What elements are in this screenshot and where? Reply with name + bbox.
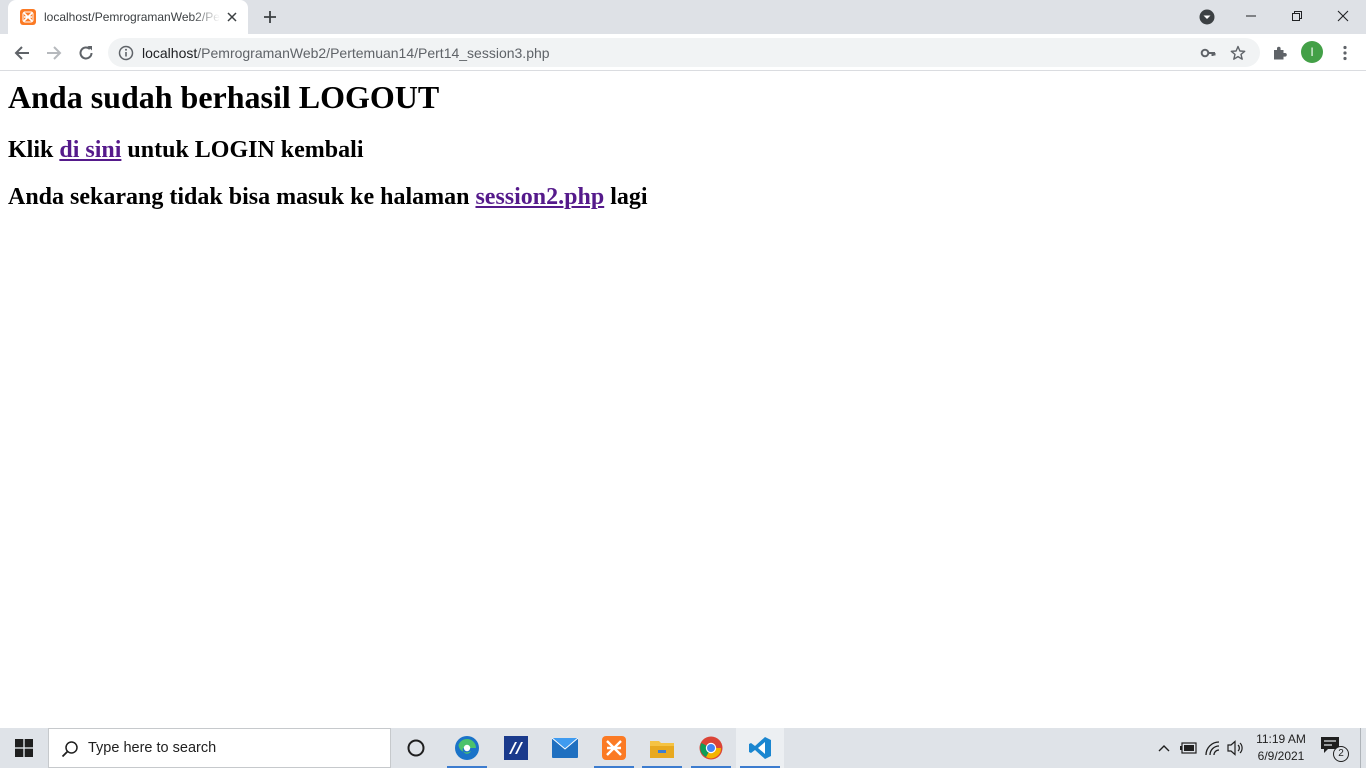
network-icon[interactable] bbox=[1203, 738, 1223, 758]
session2-link[interactable]: session2.php bbox=[475, 184, 604, 210]
forward-button[interactable] bbox=[40, 39, 68, 67]
taskbar-app-vscode-insiders[interactable] bbox=[492, 728, 540, 768]
arrow-left-icon bbox=[14, 46, 29, 60]
volume-icon[interactable] bbox=[1226, 738, 1246, 758]
windows-taskbar: Type here to search 11:19 AM 6/9/2021 2 bbox=[0, 728, 1366, 768]
close-window-button[interactable] bbox=[1320, 0, 1366, 32]
windows-logo-icon bbox=[15, 739, 33, 757]
minimize-icon bbox=[1246, 15, 1256, 17]
url-text[interactable]: localhost/PemrogramanWeb2/Pertemuan14/Pe… bbox=[142, 45, 550, 61]
tab-strip: localhost/PemrogramanWeb2/Pertemuan14/Pe… bbox=[0, 0, 1366, 34]
avatar[interactable]: I bbox=[1301, 41, 1323, 63]
page-title: Anda sudah berhasil LOGOUT bbox=[8, 79, 440, 115]
xampp-icon bbox=[602, 736, 626, 760]
plus-icon bbox=[264, 11, 276, 23]
session-notice-line: Anda sekarang tidak bisa masuk ke halama… bbox=[8, 183, 648, 211]
notification-count-badge: 2 bbox=[1333, 746, 1349, 762]
close-icon bbox=[1337, 10, 1349, 22]
login-line-suffix: untuk LOGIN kembali bbox=[121, 137, 364, 163]
back-button[interactable] bbox=[8, 39, 36, 67]
restore-icon bbox=[1292, 11, 1302, 21]
clock-time: 11:19 AM bbox=[1256, 732, 1306, 746]
login-again-line: Klik di sini untuk LOGIN kembali bbox=[8, 136, 363, 164]
arrow-right-icon bbox=[47, 46, 62, 60]
show-desktop-button[interactable] bbox=[1360, 728, 1366, 768]
session-line-prefix: Anda sekarang tidak bisa masuk ke halama… bbox=[8, 184, 476, 210]
taskbar-search-box[interactable]: Type here to search bbox=[48, 728, 391, 768]
taskbar-app-edge[interactable] bbox=[443, 728, 491, 768]
restore-button[interactable] bbox=[1274, 0, 1320, 32]
chevron-down-icon bbox=[1199, 9, 1215, 25]
address-bar[interactable]: localhost/PemrogramanWeb2/Pertemuan14/Pe… bbox=[108, 38, 1260, 67]
action-center-button[interactable]: 2 bbox=[1320, 736, 1349, 762]
start-button[interactable] bbox=[0, 728, 48, 768]
chrome-icon bbox=[699, 736, 723, 760]
tab-search-button[interactable] bbox=[1197, 7, 1217, 27]
taskbar-app-vscode[interactable] bbox=[736, 728, 784, 768]
url-host: localhost bbox=[142, 45, 198, 61]
browser-toolbar: localhost/PemrogramanWeb2/Pertemuan14/Pe… bbox=[0, 34, 1366, 71]
clock-date: 6/9/2021 bbox=[1257, 749, 1305, 763]
bookmark-star-icon[interactable] bbox=[1229, 44, 1247, 62]
search-icon bbox=[61, 741, 78, 758]
reload-icon bbox=[79, 46, 93, 60]
tab-title: localhost/PemrogramanWeb2/Pertemuan14/Pe… bbox=[44, 10, 220, 24]
key-icon[interactable] bbox=[1199, 44, 1217, 62]
file-explorer-icon bbox=[650, 741, 674, 758]
xampp-icon bbox=[20, 9, 36, 25]
search-placeholder: Type here to search bbox=[88, 740, 217, 756]
session-line-suffix: lagi bbox=[604, 184, 648, 210]
taskbar-app-chrome[interactable] bbox=[687, 728, 735, 768]
url-path: /PemrogramanWeb2/Pertemuan14/Pert14_sess… bbox=[197, 45, 550, 61]
login-link[interactable]: di sini bbox=[59, 137, 121, 163]
show-hidden-icons-button[interactable] bbox=[1154, 738, 1174, 758]
cortana-button[interactable] bbox=[392, 728, 440, 768]
battery-icon[interactable] bbox=[1179, 738, 1199, 758]
menu-button[interactable] bbox=[1331, 39, 1359, 67]
browser-tab[interactable]: localhost/PemrogramanWeb2/Pertemuan14/Pe… bbox=[8, 0, 248, 34]
info-icon[interactable] bbox=[118, 45, 134, 61]
edge-icon bbox=[455, 736, 479, 760]
puzzle-icon bbox=[1274, 46, 1287, 60]
kebab-menu-icon bbox=[1343, 45, 1347, 61]
login-line-prefix: Klik bbox=[8, 137, 60, 163]
vscode-icon bbox=[749, 737, 771, 759]
taskbar-app-file-explorer[interactable] bbox=[638, 728, 686, 768]
mail-icon bbox=[552, 738, 578, 758]
reload-button[interactable] bbox=[72, 39, 100, 67]
extensions-button[interactable] bbox=[1266, 39, 1294, 67]
close-icon[interactable] bbox=[224, 9, 240, 25]
new-tab-button[interactable] bbox=[258, 5, 282, 29]
page-content: Anda sudah berhasil LOGOUT Klik di sini … bbox=[0, 71, 1366, 728]
minimize-button[interactable] bbox=[1228, 0, 1274, 32]
cortana-icon bbox=[407, 739, 425, 757]
system-clock[interactable]: 11:19 AM 6/9/2021 bbox=[1248, 731, 1314, 765]
taskbar-app-mail[interactable] bbox=[541, 728, 589, 768]
taskbar-app-xampp[interactable] bbox=[590, 728, 638, 768]
chevron-up-icon bbox=[1158, 745, 1170, 752]
vscode-insiders-icon bbox=[504, 736, 528, 760]
